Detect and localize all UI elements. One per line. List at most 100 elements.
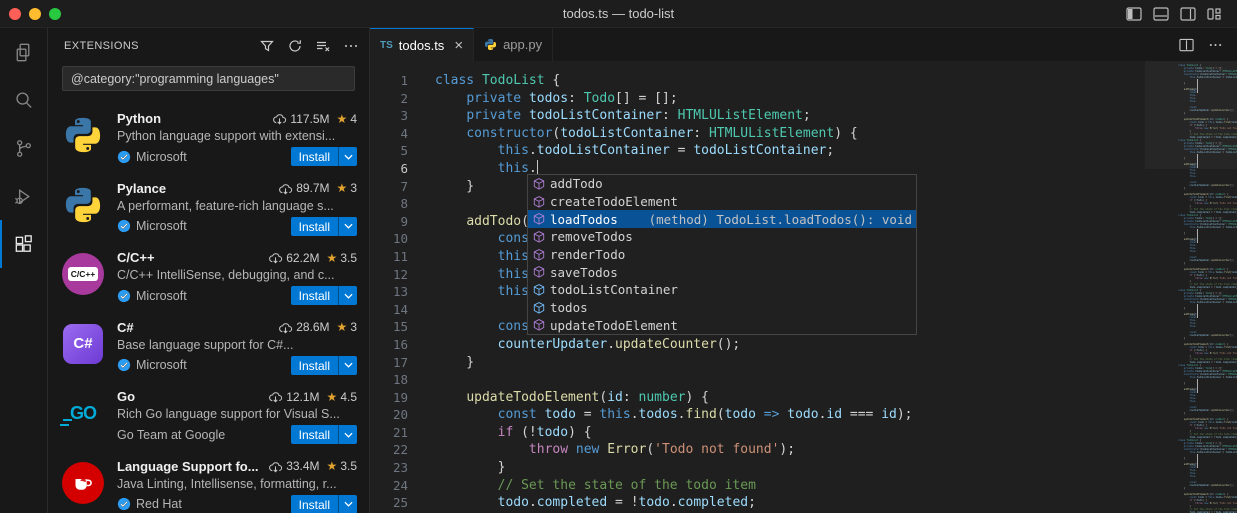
minimap[interactable]: class TodoList { private todos: Todo[] =… bbox=[1145, 61, 1237, 513]
code-line[interactable]: 21 if (!todo) { bbox=[370, 424, 1145, 442]
install-button[interactable]: Install bbox=[291, 286, 338, 305]
download-count: 28.6M bbox=[296, 320, 329, 334]
install-button[interactable]: Install bbox=[291, 217, 338, 236]
extension-row[interactable]: GOGo12.1M★4.5Rich Go language support fo… bbox=[48, 379, 369, 449]
extension-row[interactable]: Python117.5M★4Python language support wi… bbox=[48, 101, 369, 171]
extension-description: A performant, feature-rich language s... bbox=[117, 199, 357, 213]
extension-logo-icon bbox=[62, 184, 104, 226]
toggle-primary-sidebar-icon[interactable] bbox=[1125, 6, 1142, 21]
code-line[interactable]: 22 throw new Error('Todo not found'); bbox=[370, 441, 1145, 459]
publisher-name: Microsoft bbox=[136, 150, 187, 164]
sidebar-item-search[interactable] bbox=[0, 76, 47, 124]
code-line[interactable]: 18 bbox=[370, 371, 1145, 389]
code-line[interactable]: 4 constructor(todoListContainer: HTMLULi… bbox=[370, 125, 1145, 143]
suggest-item[interactable]: todos bbox=[528, 299, 916, 317]
code-line[interactable]: 5 this.todoListContainer = todoListConta… bbox=[370, 142, 1145, 160]
code-line[interactable]: 2 private todos: Todo[] = []; bbox=[370, 90, 1145, 108]
downloads-icon bbox=[268, 390, 283, 403]
code-line[interactable]: 17 } bbox=[370, 354, 1145, 372]
code-line[interactable]: 20 const todo = this.todos.find(todo => … bbox=[370, 406, 1145, 424]
minimap-slider[interactable] bbox=[1145, 61, 1237, 169]
extension-row[interactable]: Language Support fo...33.4M★3.5Java Lint… bbox=[48, 449, 369, 513]
sidebar-item-source-control[interactable] bbox=[0, 124, 47, 172]
install-split-button: Install bbox=[291, 356, 357, 375]
publisher-name: Go Team at Google bbox=[117, 428, 225, 442]
sidebar-item-explorer[interactable] bbox=[0, 28, 47, 76]
suggest-item[interactable]: updateTodoElement bbox=[528, 317, 916, 335]
tab-app-py[interactable]: app.py bbox=[474, 28, 553, 61]
code-line[interactable]: 23 } bbox=[370, 459, 1145, 477]
code-line[interactable]: 1class TodoList { bbox=[370, 72, 1145, 90]
extension-description: Base language support for C#... bbox=[117, 338, 357, 352]
extension-row[interactable]: Pylance89.7M★3A performant, feature-rich… bbox=[48, 171, 369, 241]
line-number: 15 bbox=[370, 318, 408, 336]
more-actions-icon[interactable] bbox=[343, 38, 359, 54]
extension-description: C/C++ IntelliSense, debugging, and c... bbox=[117, 268, 357, 282]
toggle-panel-icon[interactable] bbox=[1152, 6, 1169, 21]
code-line[interactable]: 3 private todoListContainer: HTMLUListEl… bbox=[370, 107, 1145, 125]
suggest-item-label: removeTodos bbox=[550, 229, 633, 244]
sidebar-item-run-debug[interactable] bbox=[0, 172, 47, 220]
minimize-window-button[interactable] bbox=[29, 8, 41, 20]
method-symbol-icon bbox=[531, 211, 547, 227]
star-icon: ★ bbox=[337, 112, 348, 126]
suggest-item[interactable]: saveTodos bbox=[528, 263, 916, 281]
debug-icon bbox=[12, 185, 35, 208]
install-button[interactable]: Install bbox=[291, 425, 338, 444]
code-line[interactable]: 25 todo.completed = !todo.completed; bbox=[370, 494, 1145, 512]
search-icon bbox=[12, 89, 35, 112]
suggest-item-label: loadTodos bbox=[550, 212, 618, 227]
code-line[interactable]: 19 updateTodoElement(id: number) { bbox=[370, 389, 1145, 407]
suggest-item[interactable]: todoListContainer bbox=[528, 281, 916, 299]
refresh-icon[interactable] bbox=[287, 38, 303, 54]
suggest-item[interactable]: renderTodo bbox=[528, 246, 916, 264]
install-dropdown-button[interactable] bbox=[338, 217, 357, 236]
extension-row[interactable]: C#C#28.6M★3Base language support for C#.… bbox=[48, 310, 369, 380]
code-line[interactable]: 24 // Set the state of the todo item bbox=[370, 477, 1145, 495]
install-dropdown-button[interactable] bbox=[338, 356, 357, 375]
line-number: 23 bbox=[370, 459, 408, 477]
editor-more-actions-icon[interactable] bbox=[1208, 38, 1223, 52]
install-dropdown-button[interactable] bbox=[338, 286, 357, 305]
install-button[interactable]: Install bbox=[291, 495, 338, 513]
line-number: 12 bbox=[370, 266, 408, 284]
extension-row[interactable]: C/C++C/C++62.2M★3.5C/C++ IntelliSense, d… bbox=[48, 240, 369, 310]
suggest-item[interactable]: addTodo bbox=[528, 175, 916, 193]
sidebar-title: EXTENSIONS bbox=[64, 40, 139, 52]
filter-icon[interactable] bbox=[259, 38, 275, 54]
extensions-search-box bbox=[62, 66, 355, 91]
extensions-search-input[interactable] bbox=[63, 72, 354, 86]
install-dropdown-button[interactable] bbox=[338, 495, 357, 513]
install-split-button: Install bbox=[291, 495, 357, 513]
suggest-item[interactable]: createTodoElement bbox=[528, 193, 916, 211]
verified-publisher-icon bbox=[117, 358, 131, 372]
tab-todos-ts[interactable]: TS todos.ts × bbox=[370, 28, 474, 61]
line-number: 4 bbox=[370, 125, 408, 143]
customize-layout-icon[interactable] bbox=[1206, 6, 1223, 21]
toggle-secondary-sidebar-icon[interactable] bbox=[1179, 6, 1196, 21]
publisher-name: Red Hat bbox=[136, 497, 182, 511]
chevron-down-icon bbox=[344, 293, 353, 299]
install-dropdown-button[interactable] bbox=[338, 147, 357, 166]
install-button[interactable]: Install bbox=[291, 147, 338, 166]
suggest-item[interactable]: loadTodos(method) TodoList.loadTodos(): … bbox=[528, 210, 916, 228]
line-number: 8 bbox=[370, 195, 408, 213]
sidebar-item-extensions[interactable] bbox=[0, 220, 47, 268]
code-line[interactable]: 16 counterUpdater.updateCounter(); bbox=[370, 336, 1145, 354]
split-editor-icon[interactable] bbox=[1179, 38, 1194, 52]
downloads-icon bbox=[278, 321, 293, 334]
install-dropdown-button[interactable] bbox=[338, 425, 357, 444]
chevron-down-icon bbox=[344, 154, 353, 160]
close-tab-icon[interactable]: × bbox=[454, 37, 463, 54]
window-title: todos.ts — todo-list bbox=[0, 6, 1237, 21]
line-number: 17 bbox=[370, 354, 408, 372]
install-split-button: Install bbox=[291, 217, 357, 236]
zoom-window-button[interactable] bbox=[49, 8, 61, 20]
line-number: 21 bbox=[370, 424, 408, 442]
text-cursor bbox=[537, 160, 539, 174]
close-window-button[interactable] bbox=[9, 8, 21, 20]
suggest-item[interactable]: removeTodos bbox=[528, 228, 916, 246]
field-symbol-icon bbox=[531, 282, 547, 298]
install-button[interactable]: Install bbox=[291, 356, 338, 375]
clear-search-results-icon[interactable] bbox=[315, 38, 331, 54]
